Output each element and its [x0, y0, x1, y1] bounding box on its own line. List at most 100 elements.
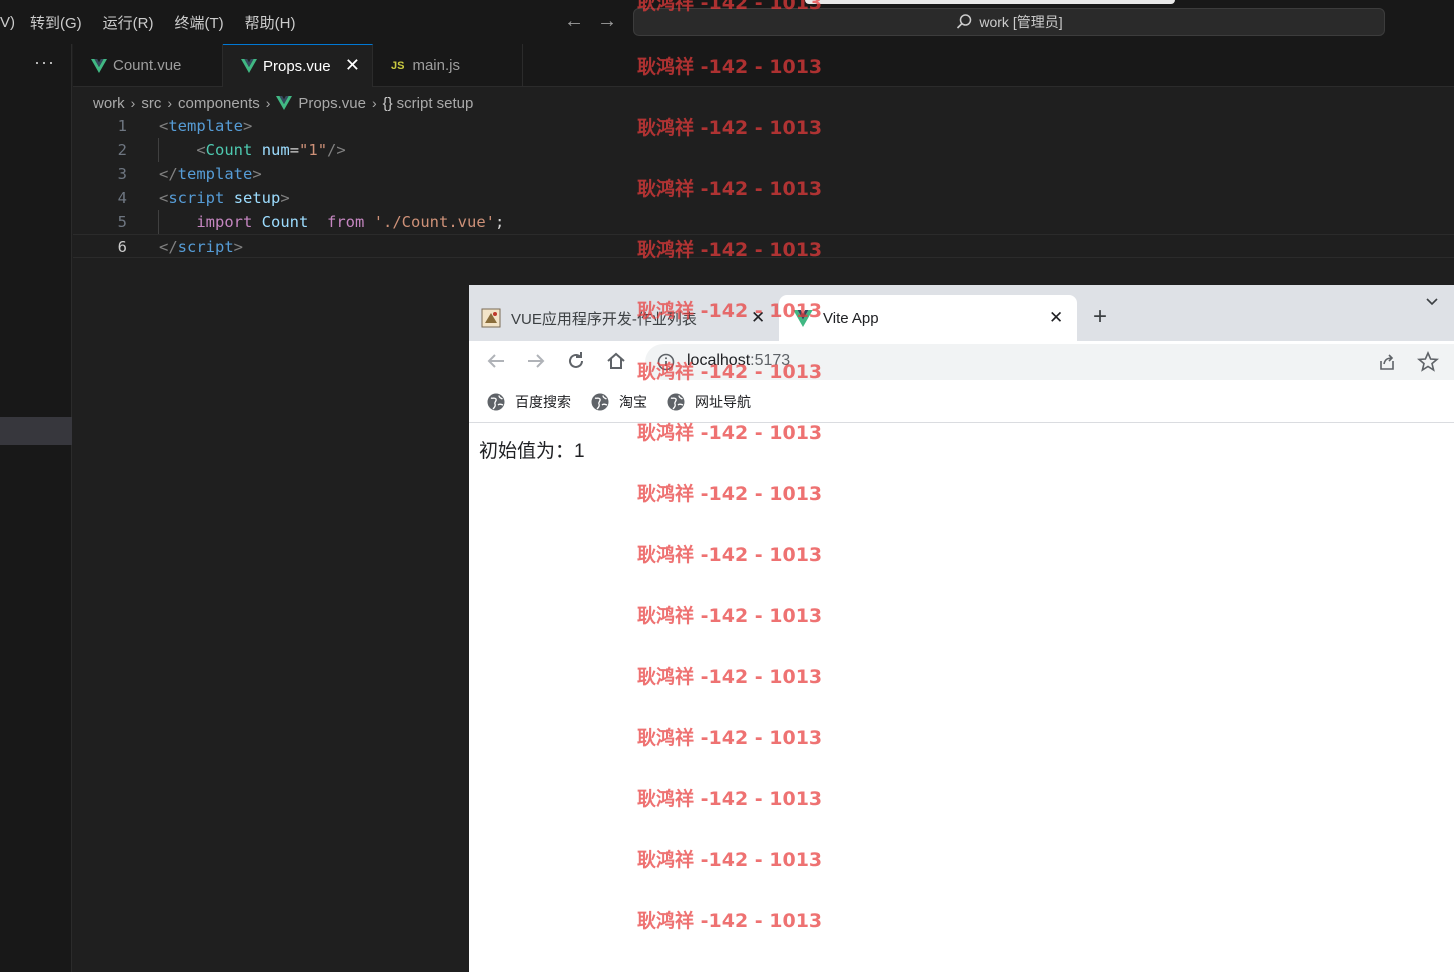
command-center[interactable]: work [管理员] [633, 8, 1385, 36]
menu-item-run[interactable]: 运行(R) [103, 12, 154, 33]
reload-icon[interactable] [564, 349, 588, 373]
bookmark-star-icon[interactable] [1417, 351, 1439, 373]
chevron-down-icon[interactable] [1425, 295, 1439, 309]
code-token: = [289, 141, 300, 159]
menu-item-view[interactable]: V) [0, 14, 15, 31]
sidebar-selected-row[interactable] [0, 417, 72, 445]
new-tab-icon[interactable]: + [1093, 303, 1107, 331]
code-line-3[interactable]: 3 </template> [73, 162, 1454, 186]
braces-icon: {} [382, 94, 393, 112]
bookmark-label: 淘宝 [619, 393, 647, 410]
forward-icon[interactable] [524, 349, 548, 373]
browser-tab-strip: VUE应用程序开发-作业列表 ✕ Vite App ✕ + [469, 285, 1454, 341]
share-icon[interactable] [1377, 352, 1397, 372]
close-icon[interactable]: ✕ [751, 308, 765, 328]
forward-arrow-icon[interactable]: → [597, 10, 617, 32]
menu-item-terminal[interactable]: 终端(T) [175, 12, 224, 33]
code-token: < [159, 117, 169, 135]
bookmark-baidu[interactable]: 百度搜索 [487, 392, 571, 412]
command-center-label: work [管理员] [979, 14, 1063, 30]
code-token: script [177, 238, 234, 256]
search-icon [957, 14, 972, 29]
code-token: > [233, 238, 244, 256]
browser-tab-vite-app[interactable]: Vite App ✕ [779, 295, 1077, 341]
globe-icon [487, 393, 505, 410]
close-icon[interactable]: ✕ [1049, 308, 1063, 328]
browser-tab-title: VUE应用程序开发-作业列表 [511, 310, 697, 328]
code-token: > [243, 117, 253, 135]
breadcrumb-item[interactable]: work [93, 95, 125, 112]
browser-tab-title: Vite App [823, 309, 879, 327]
back-icon[interactable] [484, 349, 508, 373]
code-editor[interactable]: 1 <template> 2 <Count num="1"/> 3 </temp… [73, 114, 1454, 274]
code-token: './Count.vue' [373, 213, 496, 231]
code-token: /> [327, 141, 346, 159]
activity-bar: ··· [0, 44, 72, 972]
chevron-right-icon: › [265, 95, 271, 111]
code-token: > [252, 165, 262, 183]
close-icon[interactable]: ✕ [345, 55, 360, 76]
tab-count-vue[interactable]: Count.vue [73, 44, 223, 87]
home-icon[interactable] [604, 349, 628, 373]
code-token: </ [159, 165, 178, 183]
code-token: script [168, 189, 225, 207]
breadcrumb-item[interactable]: components [178, 95, 260, 112]
line-number: 2 [117, 141, 127, 159]
code-token: setup [233, 189, 281, 207]
breadcrumb-item[interactable]: src [141, 95, 161, 112]
js-icon: JS [391, 59, 405, 72]
code-line-4[interactable]: 4 <script setup> [73, 186, 1454, 210]
browser-window: VUE应用程序开发-作业列表 ✕ Vite App ✕ + localhost:… [469, 285, 1454, 972]
tab-props-vue[interactable]: Props.vue ✕ [223, 44, 373, 87]
code-token: import [196, 213, 253, 231]
chevron-right-icon: › [130, 95, 136, 111]
breadcrumb: work › src › components › Props.vue › {}… [93, 92, 473, 114]
title-bar: V) 转到(G) 运行(R) 终端(T) 帮助(H) ← → work [管理员… [0, 0, 1454, 44]
vue-icon [91, 58, 107, 73]
tab-label: main.js [412, 57, 460, 74]
line-number: 4 [117, 189, 127, 207]
line-number: 3 [117, 165, 127, 183]
code-line-5[interactable]: 5 import Count from './Count.vue'; [73, 210, 1454, 234]
vue-icon [241, 59, 257, 73]
url-port: :5173 [750, 352, 791, 369]
code-token: "1" [299, 141, 328, 159]
bookmark-label: 网址导航 [695, 393, 751, 410]
address-url: localhost:5173 [687, 352, 790, 370]
menu-item-help[interactable]: 帮助(H) [245, 12, 296, 33]
back-arrow-icon[interactable]: ← [564, 10, 584, 32]
bookmark-taobao[interactable]: 淘宝 [591, 392, 647, 412]
vue-icon [793, 309, 813, 327]
code-token: </ [159, 238, 178, 256]
code-token: num [261, 141, 290, 159]
code-line-1[interactable]: 1 <template> [73, 114, 1454, 138]
url-host: localhost [687, 352, 751, 369]
browser-tab-homework[interactable]: VUE应用程序开发-作业列表 ✕ [481, 295, 777, 341]
bookmark-nav[interactable]: 网址导航 [667, 392, 751, 412]
code-token: < [159, 189, 169, 207]
code-token: from [327, 213, 365, 231]
line-number: 5 [117, 213, 127, 231]
breadcrumb-item[interactable]: Props.vue [298, 95, 366, 112]
editor-tab-bar: Count.vue Props.vue ✕ JS main.js [73, 44, 1454, 87]
code-line-2[interactable]: 2 <Count num="1"/> [73, 138, 1454, 162]
globe-icon [591, 393, 609, 410]
code-token: Count [205, 141, 253, 159]
menu-item-go[interactable]: 转到(G) [30, 12, 82, 33]
browser-toolbar: localhost:5173 [469, 341, 1454, 381]
info-icon[interactable] [657, 353, 675, 371]
line-number: 6 [117, 238, 127, 256]
initial-value-text: 初始值为：1 [479, 441, 585, 462]
code-token: template [177, 165, 253, 183]
tab-main-js[interactable]: JS main.js [373, 44, 523, 87]
more-actions-icon[interactable]: ··· [34, 52, 55, 73]
tab-label: Count.vue [113, 57, 182, 74]
globe-icon [667, 393, 685, 410]
tab-label: Props.vue [263, 57, 331, 75]
address-bar[interactable]: localhost:5173 [645, 344, 1454, 380]
bookmarks-bar: 百度搜索 淘宝 网址导航 [469, 381, 1454, 423]
code-token: Count [261, 213, 309, 231]
code-line-6[interactable]: 6 </script> [73, 234, 1454, 258]
chevron-right-icon: › [167, 95, 173, 111]
breadcrumb-item[interactable]: script setup [397, 95, 474, 112]
